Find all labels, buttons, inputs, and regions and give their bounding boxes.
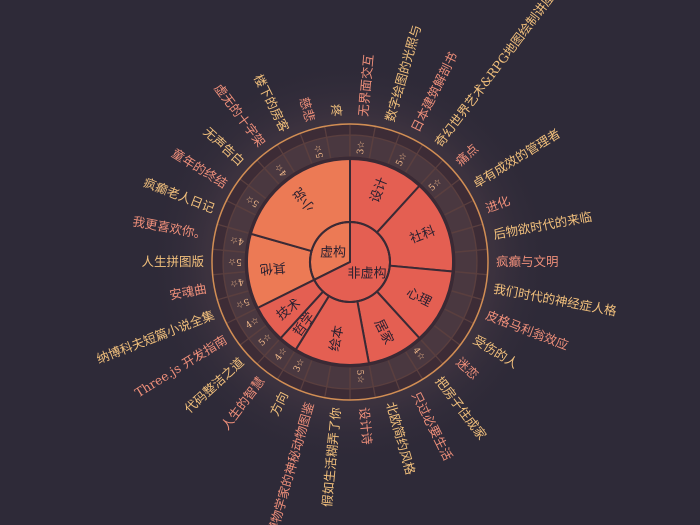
rating-label: 3☆: [356, 140, 367, 155]
sunburst-rings: 虚构其他小说非虚构设计社科心理居家绘本哲学技术: [211, 123, 489, 401]
rating-label: 5☆: [354, 369, 365, 384]
book-segment[interactable]: [325, 134, 351, 160]
book-title-label: 疯癫与文明: [496, 254, 559, 269]
rating-label: 5☆: [228, 256, 242, 266]
sunburst-chart: 虚构其他小说非虚构设计社科心理居家绘本哲学技术 5☆纳博科夫短篇小说全集4☆安魂…: [0, 0, 700, 525]
rating-band: [211, 248, 225, 276]
book-title-label: 疼: [328, 103, 344, 117]
root-segment-label: 虚构: [320, 245, 346, 260]
book-segment[interactable]: [453, 249, 478, 275]
category-label: 其他: [259, 259, 286, 276]
book-title-label: 人生拼图版: [141, 254, 204, 269]
root-segment-label: 非虚构: [347, 267, 386, 282]
rating-band: [475, 248, 489, 276]
